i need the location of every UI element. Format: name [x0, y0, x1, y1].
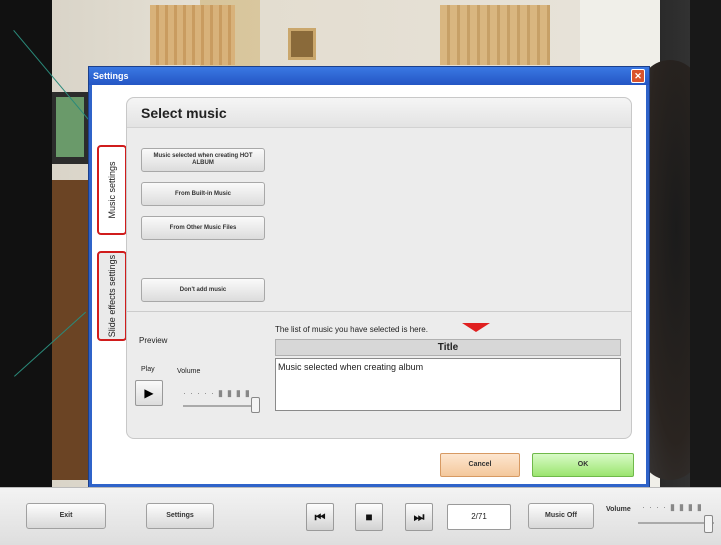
panel-divider [127, 311, 631, 312]
bottom-toolbar: Exit Settings ⏮ ■ ⏭ 2/71 Music Off Volum… [0, 487, 721, 545]
list-hint: The list of music you have selected is h… [275, 325, 428, 334]
ok-button[interactable]: OK [532, 453, 634, 477]
slide-counter: 2/71 [447, 504, 511, 530]
built-in-music-button[interactable]: From Built-in Music [141, 182, 265, 206]
list-item[interactable]: Music selected when creating album [278, 362, 618, 372]
panel-header: Select music [127, 98, 631, 128]
tab-music-settings[interactable]: Music settings [97, 145, 127, 235]
music-list[interactable]: Title Music selected when creating album [275, 339, 621, 423]
wooden-panel [440, 5, 550, 65]
monitor-screen [56, 97, 84, 157]
settings-dialog: Settings ✕ Music settings Slide effects … [88, 66, 650, 488]
music-hot-album-button[interactable]: Music selected when creating HOT ALBUM [141, 148, 265, 172]
previous-icon[interactable]: ⏮ [306, 503, 334, 531]
play-button[interactable]: ▶ [135, 380, 163, 406]
wooden-door [150, 5, 235, 65]
wall-picture [288, 28, 316, 60]
music-panel: Select music Music selected when creatin… [126, 97, 632, 439]
preview-volume-slider[interactable]: ·····▮▮▮▮ [183, 388, 263, 416]
left-letterbox [0, 0, 52, 487]
cancel-button[interactable]: Cancel [440, 453, 520, 477]
settings-button[interactable]: Settings [146, 503, 214, 529]
next-icon[interactable]: ⏭ [405, 503, 433, 531]
music-toggle-button[interactable]: Music Off [528, 503, 594, 529]
tab-slide-effects-settings[interactable]: Slide effects settings [97, 251, 127, 341]
close-icon[interactable]: ✕ [631, 69, 645, 83]
other-music-files-button[interactable]: From Other Music Files [141, 216, 265, 240]
volume-label: Volume [177, 368, 201, 375]
play-icon: ▶ [144, 386, 154, 400]
toolbar-volume-slider[interactable]: Volume ····▮▮▮▮ [606, 502, 718, 538]
exit-button[interactable]: Exit [26, 503, 106, 529]
volume-ticks: ·····▮▮▮▮ [183, 388, 254, 398]
list-body[interactable]: Music selected when creating album [275, 358, 621, 411]
toolbar-volume-knob[interactable] [704, 515, 713, 533]
dialog-body: Music settings Slide effects settings Se… [92, 85, 646, 484]
preview-label: Preview [139, 336, 168, 345]
bookshelf [52, 180, 88, 480]
play-label: Play [141, 366, 155, 373]
toolbar-volume-label: Volume [606, 506, 631, 513]
stop-icon[interactable]: ■ [355, 503, 383, 531]
toolbar-volume-ticks: ····▮▮▮▮ [642, 502, 706, 512]
tab-music-settings-label: Music settings [107, 161, 117, 219]
tab-slide-effects-label: Slide effects settings [107, 254, 117, 338]
toolbar-volume-track [638, 522, 714, 524]
volume-knob[interactable] [251, 397, 260, 413]
dialog-title: Settings [89, 67, 649, 85]
red-pointer-arrow-icon [462, 323, 490, 332]
right-letterbox [690, 0, 721, 487]
dont-add-music-button[interactable]: Don't add music [141, 278, 265, 302]
panel-title: Select music [141, 105, 227, 121]
list-header-title: Title [275, 339, 621, 356]
volume-track [183, 405, 259, 407]
